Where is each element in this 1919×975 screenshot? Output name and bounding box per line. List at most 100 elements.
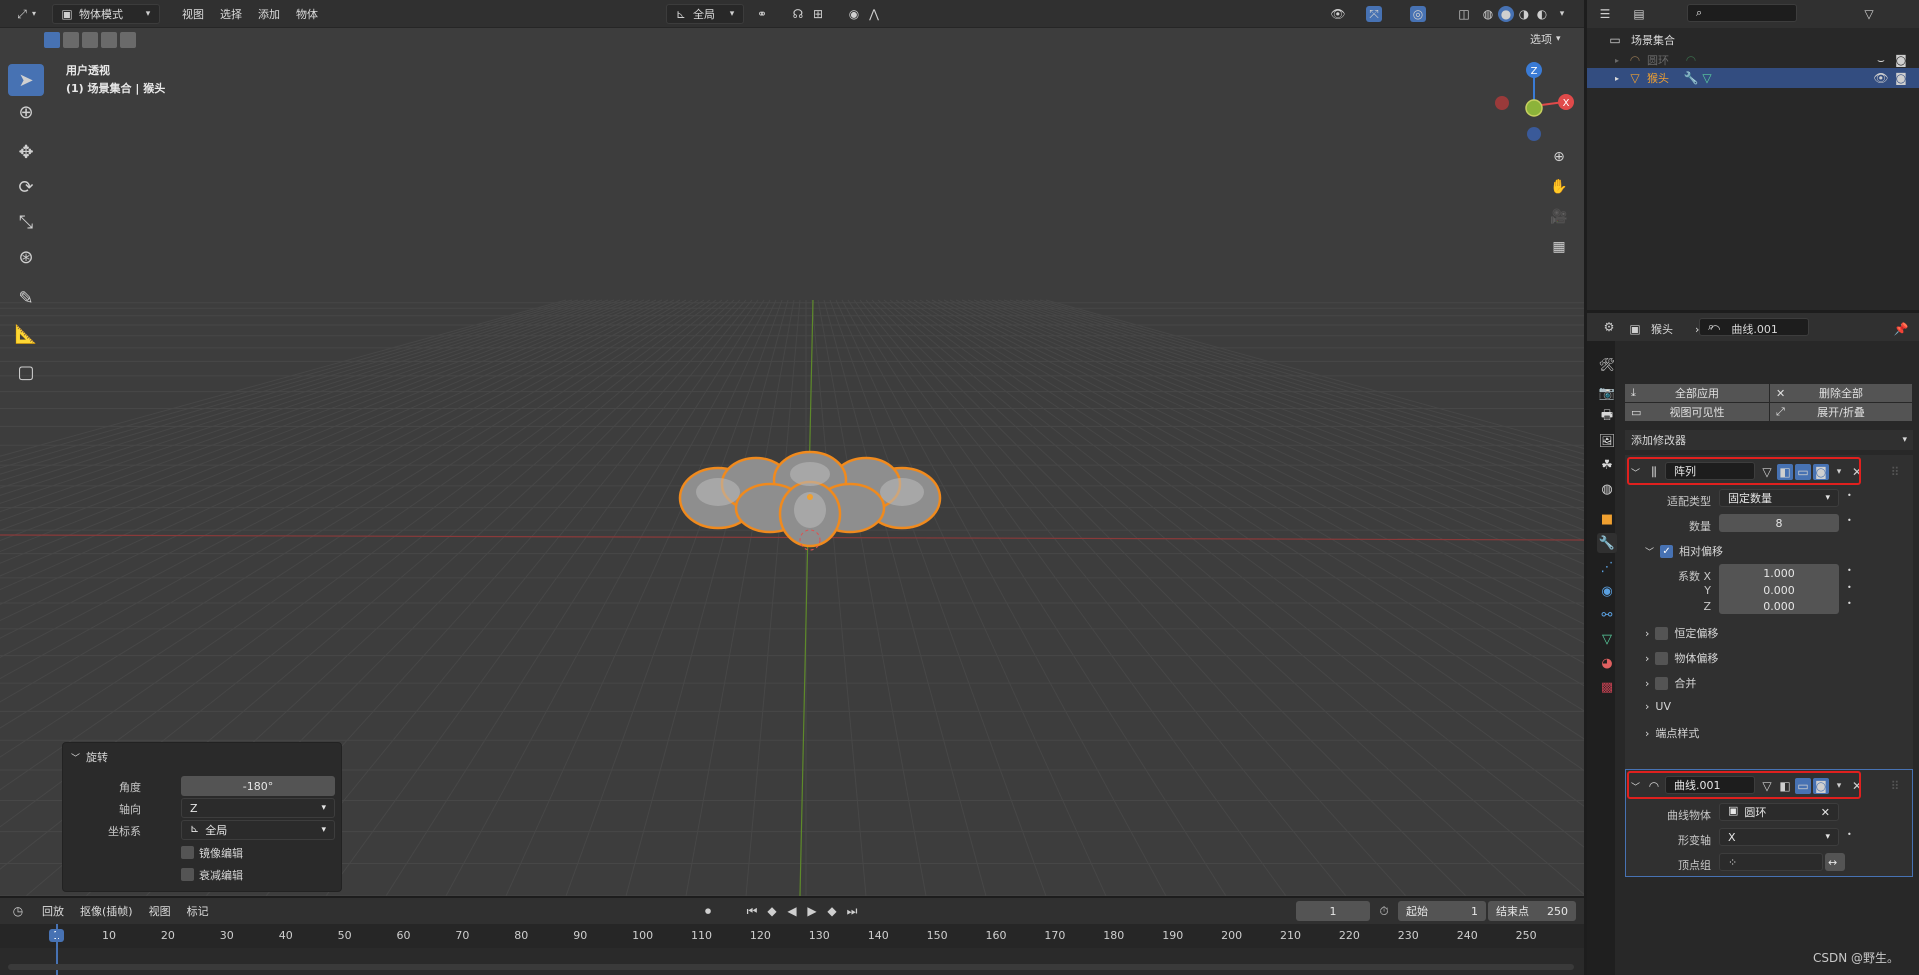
- outliner-editor-icon[interactable]: ☰: [1597, 6, 1613, 22]
- clock-icon[interactable]: ◷: [10, 903, 26, 919]
- caps-subpanel[interactable]: › 端点样式: [1645, 725, 1699, 741]
- snap-target-icon[interactable]: ⊞: [810, 6, 826, 22]
- factor-z-field[interactable]: 0.000: [1719, 598, 1839, 614]
- menu-add[interactable]: 添加: [250, 6, 288, 22]
- navigation-gizmo[interactable]: Z X: [1488, 58, 1578, 148]
- keyframe-dot-icon[interactable]: •: [1847, 583, 1852, 592]
- material-shading-icon[interactable]: ◑: [1516, 6, 1532, 22]
- 3d-viewport[interactable]: ⤢ ▾ ▣ 物体模式 ▾ 视图 选择 添加 物体 ⊾ 全局 ▾ ⚭ ☊ ⊞ ◉ ⋀…: [0, 0, 1584, 896]
- expand-collapse-button[interactable]: ⤢ 展开/折叠: [1770, 403, 1912, 421]
- display-mode-icon[interactable]: ▤: [1631, 6, 1647, 22]
- keyframe-dot-icon[interactable]: •: [1847, 516, 1852, 525]
- falloff-icon[interactable]: ⋀: [866, 6, 882, 22]
- add-modifier-dropdown[interactable]: 添加修改器 ▾: [1625, 430, 1913, 450]
- visibility-icon[interactable]: 👁: [1330, 6, 1346, 22]
- menu-select[interactable]: 选择: [212, 6, 250, 22]
- outliner-search-input[interactable]: ⌕: [1687, 4, 1797, 22]
- proportional-edit-icon[interactable]: ◉: [846, 6, 862, 22]
- zoom-button[interactable]: ⊕: [1546, 144, 1572, 170]
- deform-axis-select[interactable]: X ▾: [1719, 828, 1839, 846]
- rotate-tool[interactable]: ⟳: [8, 171, 44, 203]
- play-reverse-icon[interactable]: ◀: [784, 903, 800, 919]
- render-icon[interactable]: ◙: [1893, 70, 1909, 86]
- cursor-tool[interactable]: ⊕: [8, 96, 44, 128]
- mode-select[interactable]: ▣ 物体模式 ▾: [52, 3, 160, 24]
- object-offset-subpanel[interactable]: › 物体偏移: [1645, 650, 1718, 666]
- merge-checkbox[interactable]: [1655, 676, 1669, 690]
- rendered-shading-icon[interactable]: ◐: [1534, 6, 1550, 22]
- add-cube-tool[interactable]: ▢: [8, 356, 44, 388]
- fit-type-select[interactable]: 固定数量 ▾: [1719, 489, 1839, 507]
- record-icon[interactable]: ⏺: [700, 903, 716, 919]
- select-box-tool[interactable]: ➤: [8, 64, 44, 96]
- ortho-toggle-button[interactable]: ▦: [1546, 234, 1572, 260]
- drag-handle-icon[interactable]: ⠿: [1887, 464, 1903, 480]
- merge-subpanel[interactable]: › 合并: [1645, 675, 1696, 691]
- delete-all-button[interactable]: ✕ 删除全部: [1770, 384, 1912, 402]
- chevron-down-icon[interactable]: ▾: [1554, 6, 1570, 22]
- select-subtract-icon[interactable]: [82, 32, 98, 48]
- end-frame-field[interactable]: 结束点 250: [1488, 901, 1576, 921]
- factor-y-field[interactable]: 0.000: [1719, 582, 1839, 598]
- move-tool[interactable]: ✥: [8, 136, 44, 168]
- xray-icon[interactable]: ◫: [1456, 6, 1472, 22]
- timeline-scrollbar[interactable]: [8, 964, 1574, 970]
- close-icon[interactable]: ✕: [1821, 806, 1830, 819]
- transform-orientation-select[interactable]: ⊾ 全局 ▾: [666, 3, 744, 24]
- pan-button[interactable]: ✋: [1546, 174, 1572, 200]
- constant-offset-checkbox[interactable]: [1655, 626, 1669, 640]
- jump-start-icon[interactable]: ⏮: [744, 903, 760, 919]
- vertex-group-field[interactable]: ⁘: [1719, 853, 1823, 871]
- constant-offset-subpanel[interactable]: › 恒定偏移: [1645, 625, 1718, 641]
- tab-scene[interactable]: ☘: [1597, 455, 1617, 475]
- keyframe-dot-icon[interactable]: •: [1847, 599, 1852, 608]
- apply-all-button[interactable]: ⤓ 全部应用: [1625, 384, 1769, 402]
- mirror-edit-checkbox[interactable]: [181, 846, 194, 859]
- object-offset-checkbox[interactable]: [1655, 651, 1669, 665]
- tab-physics[interactable]: ◉: [1597, 581, 1617, 601]
- menu-timeline-view[interactable]: 视图: [141, 903, 179, 919]
- monkey-array-object[interactable]: [670, 440, 950, 560]
- viewport-visibility-button[interactable]: ▭ 视图可见性: [1625, 403, 1769, 421]
- overlay-toggle-icon[interactable]: ◎: [1410, 6, 1426, 22]
- scale-tool[interactable]: ⤡: [8, 206, 44, 238]
- menu-marker[interactable]: 标记: [179, 903, 217, 919]
- filter-icon[interactable]: ▽: [1861, 6, 1877, 22]
- tab-output[interactable]: 🖶: [1597, 407, 1617, 427]
- tab-render[interactable]: 📷: [1597, 383, 1617, 403]
- menu-object[interactable]: 物体: [288, 6, 326, 22]
- tab-particles[interactable]: ⋰: [1597, 557, 1617, 577]
- measure-tool[interactable]: 📐: [8, 318, 44, 350]
- orientation-select[interactable]: ⊾ 全局 ▾: [181, 820, 335, 840]
- wireframe-shading-icon[interactable]: ◍: [1480, 6, 1496, 22]
- menu-view[interactable]: 视图: [174, 6, 212, 22]
- tab-modifiers[interactable]: 🔧: [1597, 533, 1617, 553]
- timeline-ruler[interactable]: 1102030405060708090100110120130140150160…: [0, 924, 1584, 948]
- editor-type-button[interactable]: ⤢ ▾: [8, 4, 44, 24]
- eye-icon[interactable]: 👁: [1873, 70, 1889, 86]
- annotate-tool[interactable]: ✎: [8, 282, 44, 314]
- drag-handle-icon[interactable]: ⠿: [1887, 778, 1903, 794]
- relative-offset-subpanel[interactable]: ﹀ ✓ 相对偏移: [1645, 543, 1723, 559]
- tab-object[interactable]: ■: [1597, 509, 1617, 529]
- tab-texture[interactable]: ▩: [1597, 677, 1617, 697]
- tab-tool[interactable]: 🛠: [1597, 355, 1617, 375]
- hidden-icon[interactable]: ⌣: [1873, 52, 1889, 68]
- jump-end-icon[interactable]: ⏭: [844, 903, 860, 919]
- outliner-item-monkey[interactable]: ▸ ▽ 猴头 🔧 ▽ 👁 ◙: [1587, 68, 1919, 88]
- menu-keying[interactable]: 抠像(插帧): [72, 903, 141, 919]
- camera-view-button[interactable]: 🎥: [1546, 204, 1572, 230]
- tab-material[interactable]: ◕: [1597, 653, 1617, 673]
- stopwatch-icon[interactable]: ⏱: [1376, 903, 1392, 919]
- options-dropdown[interactable]: 选项 ▾: [1530, 31, 1561, 47]
- prev-keyframe-icon[interactable]: ◆: [764, 903, 780, 919]
- uv-subpanel[interactable]: › UV: [1645, 700, 1671, 713]
- select-extend-icon[interactable]: [63, 32, 79, 48]
- menu-playback[interactable]: 回放: [34, 903, 72, 919]
- pivot-icon[interactable]: ⚭: [754, 6, 770, 22]
- keyframe-dot-icon[interactable]: •: [1847, 830, 1852, 839]
- curve-object-field[interactable]: ▣ 圆环 ✕: [1719, 803, 1839, 821]
- tab-view-layer[interactable]: 🖼: [1597, 431, 1617, 451]
- keyframe-dot-icon[interactable]: •: [1847, 566, 1852, 575]
- factor-x-field[interactable]: 1.000: [1719, 564, 1839, 582]
